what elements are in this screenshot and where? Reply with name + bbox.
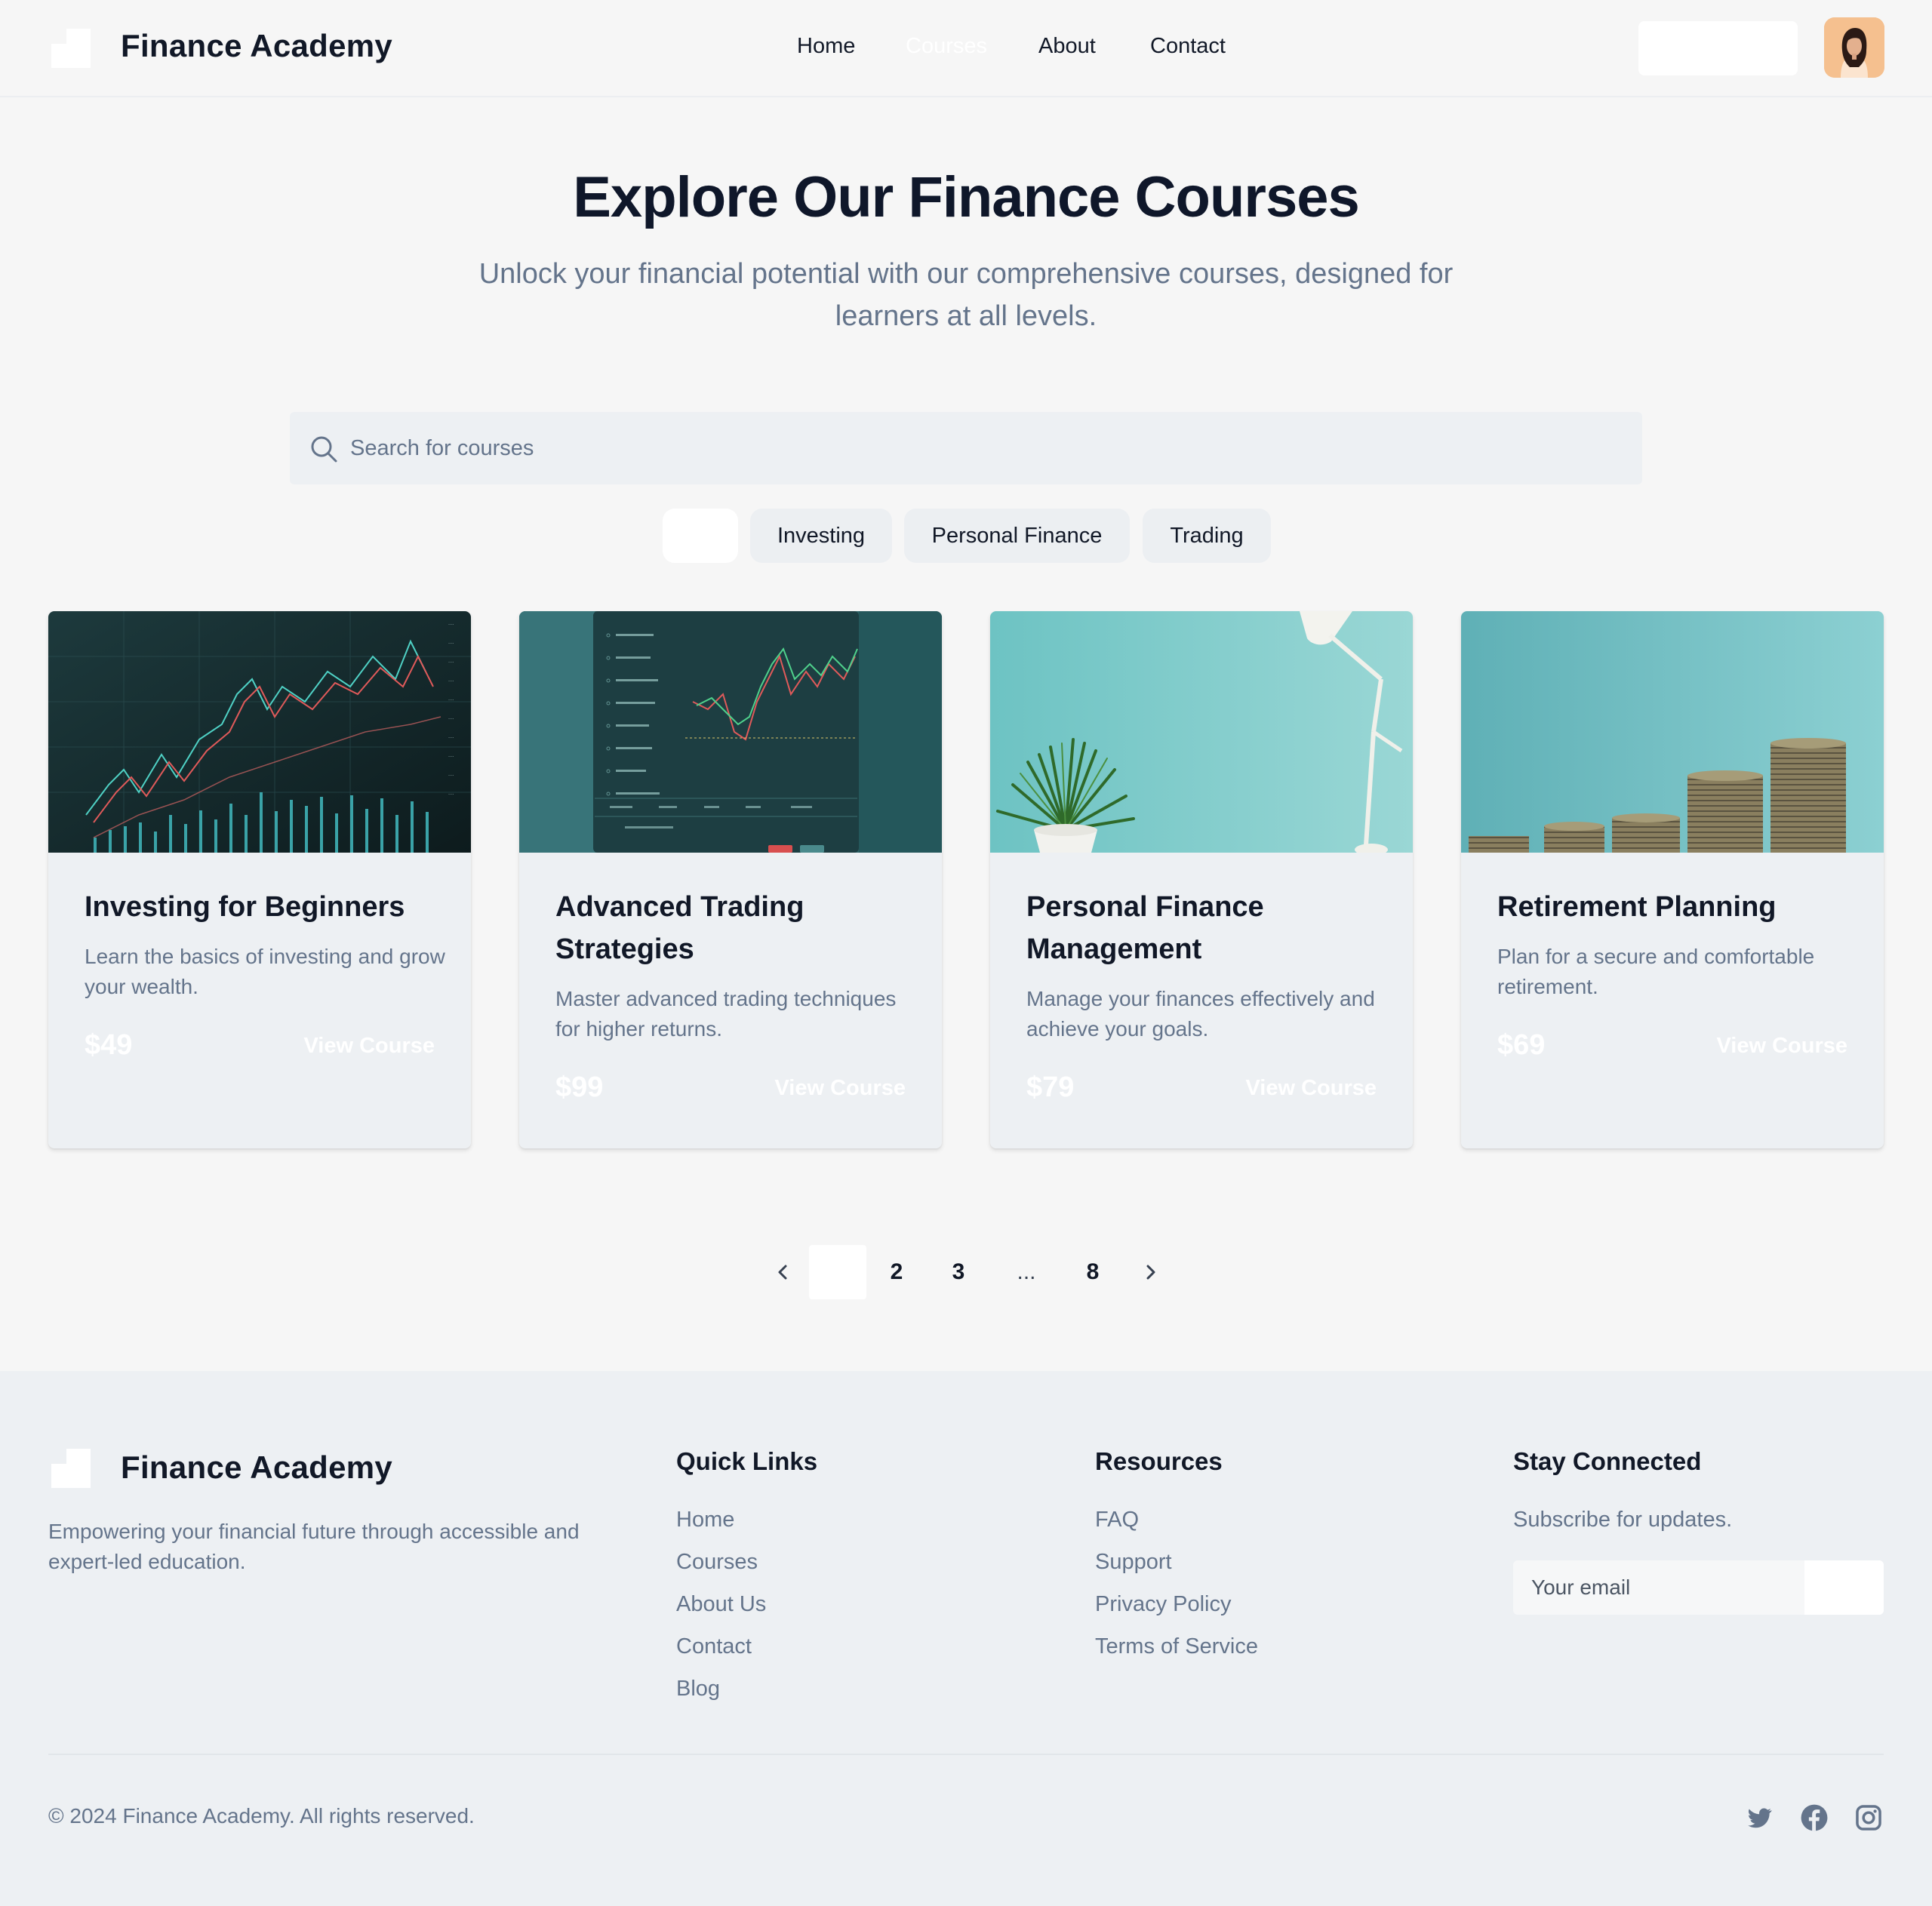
search-input[interactable] bbox=[350, 412, 1618, 484]
facebook-icon[interactable] bbox=[1800, 1803, 1829, 1832]
footer-link-courses[interactable]: Courses bbox=[676, 1550, 758, 1575]
course-price: $99 bbox=[555, 1071, 604, 1103]
page-title: Explore Our Finance Courses bbox=[573, 165, 1360, 229]
page-ellipsis: ... bbox=[1017, 1259, 1036, 1284]
subscribe-button[interactable] bbox=[1804, 1560, 1884, 1615]
view-course-button[interactable]: View Course bbox=[1716, 1034, 1847, 1059]
svg-text:····: ···· bbox=[448, 698, 454, 703]
svg-text:····: ···· bbox=[448, 755, 454, 760]
course-image-plant-lamp bbox=[990, 611, 1413, 853]
page-button[interactable]: 2 bbox=[878, 1245, 915, 1299]
instagram-icon[interactable] bbox=[1854, 1803, 1883, 1832]
course-title: Investing for Beginners bbox=[85, 891, 405, 923]
svg-text:····: ···· bbox=[448, 736, 454, 741]
svg-text:····: ···· bbox=[448, 679, 454, 684]
search-icon bbox=[309, 435, 338, 463]
footer-logo-icon[interactable] bbox=[51, 1449, 91, 1488]
avatar-image bbox=[1824, 17, 1884, 78]
filter-chip-investing[interactable]: Investing bbox=[750, 509, 892, 563]
header-action-button[interactable] bbox=[1638, 21, 1798, 75]
footer-link-contact[interactable]: Contact bbox=[676, 1634, 752, 1659]
svg-text:····: ···· bbox=[448, 792, 454, 798]
course-card[interactable]: Advanced Trading Strategies Master advan… bbox=[519, 611, 942, 1148]
footer-link-blog[interactable]: Blog bbox=[676, 1677, 720, 1702]
course-title: Advanced Trading Strategies bbox=[555, 891, 804, 965]
course-card[interactable]: ···· ···· ···· ···· ···· ···· ···· ···· ···· ·… bbox=[48, 611, 471, 1148]
course-image-coin-stacks bbox=[1461, 611, 1884, 853]
course-image-trading-tablet bbox=[519, 611, 942, 853]
site-header: Finance Academy Home Courses About Conta… bbox=[0, 0, 1932, 97]
stay-connected-heading: Stay Connected bbox=[1513, 1447, 1702, 1475]
view-course-button[interactable]: View Course bbox=[774, 1076, 906, 1101]
course-title: Personal Finance Management bbox=[1026, 891, 1264, 965]
svg-text:····: ···· bbox=[448, 717, 454, 722]
nav-home[interactable]: Home bbox=[797, 34, 855, 59]
newsletter-form bbox=[1513, 1560, 1884, 1615]
page-button[interactable]: 3 bbox=[940, 1245, 977, 1299]
footer-link-faq[interactable]: FAQ bbox=[1095, 1508, 1139, 1532]
avatar[interactable] bbox=[1824, 17, 1884, 78]
chevron-left-icon[interactable] bbox=[770, 1245, 795, 1299]
copyright-text: © 2024 Finance Academy. All rights reser… bbox=[48, 1804, 475, 1828]
nav-courses[interactable]: Courses bbox=[906, 34, 987, 59]
filter-chip-personal-finance[interactable]: Personal Finance bbox=[904, 509, 1130, 563]
footer-link-home[interactable]: Home bbox=[676, 1508, 734, 1532]
resources-heading: Resources bbox=[1095, 1447, 1223, 1475]
footer-link-privacy-policy[interactable]: Privacy Policy bbox=[1095, 1592, 1232, 1617]
course-price: $69 bbox=[1497, 1029, 1546, 1061]
filter-chip-trading[interactable]: Trading bbox=[1143, 509, 1271, 563]
email-field[interactable] bbox=[1513, 1560, 1804, 1615]
page-button[interactable]: 8 bbox=[1075, 1245, 1111, 1299]
course-card[interactable]: Personal Finance Management Manage your … bbox=[990, 611, 1413, 1148]
course-description: Plan for a secure and comfortable retire… bbox=[1497, 945, 1815, 998]
view-course-button[interactable]: View Course bbox=[1245, 1076, 1377, 1101]
nav-contact[interactable]: Contact bbox=[1150, 34, 1226, 59]
footer-divider bbox=[48, 1754, 1884, 1755]
filter-chip-all[interactable] bbox=[663, 509, 738, 563]
brand-name[interactable]: Finance Academy bbox=[121, 28, 392, 64]
course-description: Master advanced trading techniques for h… bbox=[555, 987, 897, 1041]
quick-links-heading: Quick Links bbox=[676, 1447, 818, 1475]
footer-brand-name[interactable]: Finance Academy bbox=[121, 1449, 392, 1486]
svg-text:····: ···· bbox=[448, 623, 454, 628]
view-course-button[interactable]: View Course bbox=[303, 1034, 435, 1059]
course-description: Learn the basics of investing and grow y… bbox=[85, 945, 445, 998]
logo-icon[interactable] bbox=[51, 29, 91, 68]
svg-text:····: ···· bbox=[448, 660, 454, 666]
footer-link-about-us[interactable]: About Us bbox=[676, 1592, 766, 1617]
svg-text:····: ···· bbox=[448, 641, 454, 647]
subscribe-text: Subscribe for updates. bbox=[1513, 1508, 1733, 1532]
course-card[interactable]: Retirement Planning Plan for a secure an… bbox=[1461, 611, 1884, 1148]
nav-about[interactable]: About bbox=[1038, 34, 1096, 59]
course-image-stock-chart: ···· ···· ···· ···· ···· ···· ···· ···· ···· ·… bbox=[48, 611, 471, 853]
course-title: Retirement Planning bbox=[1497, 891, 1777, 923]
search-bar[interactable] bbox=[290, 412, 1642, 484]
footer-link-support[interactable]: Support bbox=[1095, 1550, 1172, 1575]
course-price: $49 bbox=[85, 1029, 133, 1061]
page-subtitle: Unlock your financial potential with our… bbox=[478, 258, 1454, 332]
page-button-current[interactable] bbox=[809, 1245, 866, 1299]
twitter-icon[interactable] bbox=[1745, 1803, 1774, 1832]
footer-link-terms-of-service[interactable]: Terms of Service bbox=[1095, 1634, 1258, 1659]
footer-description: Empowering your financial future through… bbox=[48, 1520, 580, 1573]
course-price: $79 bbox=[1026, 1071, 1075, 1103]
svg-text:····: ···· bbox=[448, 773, 454, 779]
course-description: Manage your finances effectively and ach… bbox=[1026, 987, 1375, 1041]
chevron-right-icon[interactable] bbox=[1138, 1245, 1164, 1299]
